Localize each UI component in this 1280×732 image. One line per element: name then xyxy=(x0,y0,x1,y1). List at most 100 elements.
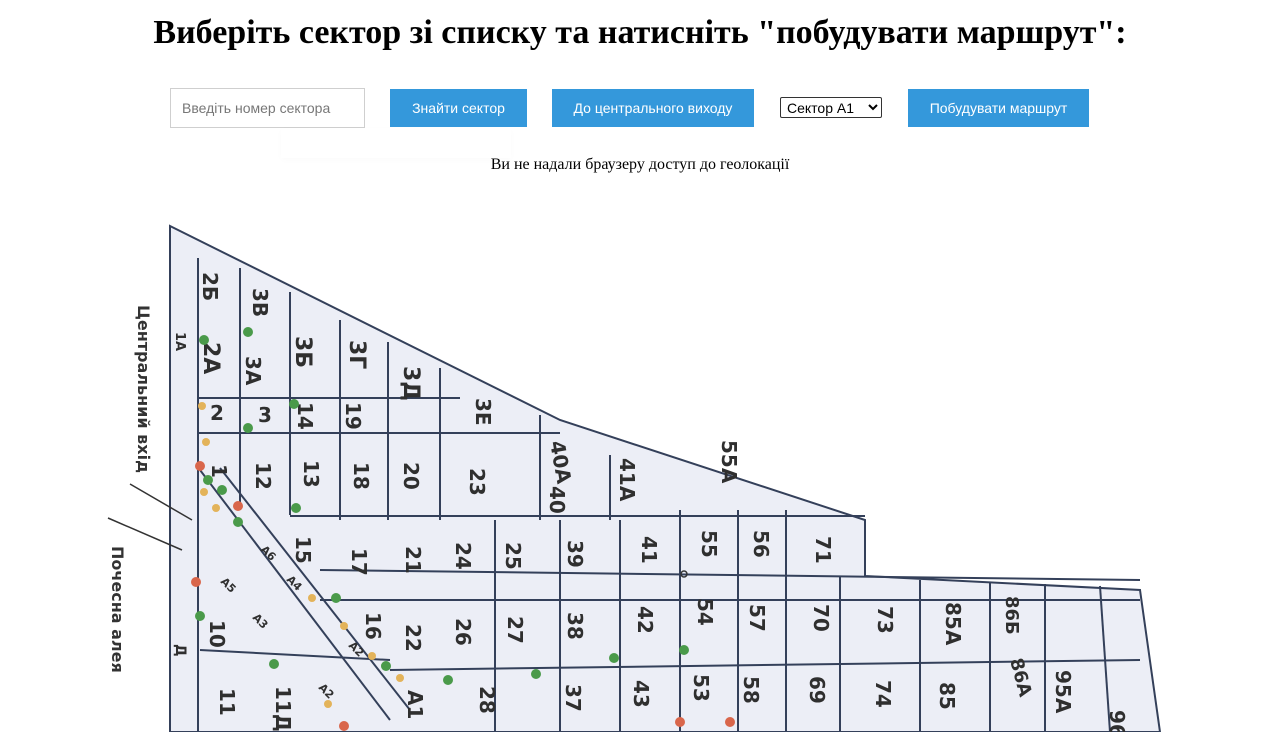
marker-yellow xyxy=(396,674,404,682)
sector-55[interactable]: 55 xyxy=(697,530,721,558)
sector-43[interactable]: 43 xyxy=(629,680,653,708)
sector-86b[interactable]: 86Б xyxy=(1001,596,1022,635)
marker-green xyxy=(269,659,279,669)
page-title: Виберіть сектор зі списку та натисніть "… xyxy=(153,14,1127,51)
marker-red xyxy=(195,461,205,471)
sector-27[interactable]: 27 xyxy=(503,616,527,644)
sector-26[interactable]: 26 xyxy=(451,618,475,646)
sector-11[interactable]: 11 xyxy=(215,688,239,716)
sector-71[interactable]: 71 xyxy=(811,536,835,564)
central-entrance-label: Центральний вхід xyxy=(134,305,153,473)
sector-73[interactable]: 73 xyxy=(873,606,897,634)
sector-56[interactable]: 56 xyxy=(749,530,773,558)
marker-green xyxy=(291,503,301,513)
sector-37[interactable]: 37 xyxy=(561,684,585,712)
marker-yellow xyxy=(198,402,206,410)
sector-17[interactable]: 17 xyxy=(347,548,371,576)
marker-yellow xyxy=(324,700,332,708)
honor-alley-label: Почесна алея xyxy=(108,546,127,673)
marker-yellow xyxy=(200,488,208,496)
marker-green xyxy=(233,517,243,527)
marker-green xyxy=(443,675,453,685)
sector-3b[interactable]: 3Б xyxy=(290,336,315,368)
sector-10[interactable]: 10 xyxy=(205,620,229,648)
controls-bar: Знайти сектор До центрального виходу Сек… xyxy=(0,88,1280,128)
sector-select[interactable]: Сектор А1 xyxy=(780,97,882,118)
sector-2[interactable]: 2 xyxy=(210,401,224,425)
marker-green xyxy=(381,661,391,671)
marker-green xyxy=(195,611,205,621)
sector-24[interactable]: 24 xyxy=(451,542,475,570)
sector-d[interactable]: Д xyxy=(172,644,188,656)
sector-96[interactable]: 96 xyxy=(1105,710,1129,732)
sector-3e[interactable]: 3Е xyxy=(471,398,495,426)
geolocation-message: Ви не надали браузеру доступ до геолокац… xyxy=(490,156,790,173)
sector-1a[interactable]: 1А xyxy=(172,332,187,351)
sector-2b[interactable]: 2Б xyxy=(198,272,222,301)
sector-85[interactable]: 85 xyxy=(935,682,959,710)
sector-19[interactable]: 19 xyxy=(341,402,365,430)
sector-11d[interactable]: 11Д xyxy=(271,686,295,732)
sector-70[interactable]: 70 xyxy=(809,604,833,632)
sector-54[interactable]: 54 xyxy=(693,598,717,626)
sector-18[interactable]: 18 xyxy=(349,462,373,490)
sector-3g[interactable]: 3Г xyxy=(344,340,369,369)
central-exit-button[interactable]: До центрального виходу xyxy=(552,89,754,127)
sector-search-input[interactable] xyxy=(170,88,365,128)
sector-57[interactable]: 57 xyxy=(745,604,769,632)
marker-red xyxy=(233,501,243,511)
sector-13[interactable]: 13 xyxy=(299,460,323,488)
marker-green xyxy=(331,593,341,603)
sector-55a[interactable]: 55А xyxy=(717,440,741,484)
sector-16[interactable]: 16 xyxy=(361,612,385,640)
sector-41[interactable]: 41 xyxy=(637,536,661,564)
sector-85a[interactable]: 85А xyxy=(941,602,965,646)
sector-38[interactable]: 38 xyxy=(563,612,587,640)
marker-yellow xyxy=(340,622,348,630)
sector-58[interactable]: 58 xyxy=(739,676,763,704)
sector-53[interactable]: 53 xyxy=(689,674,713,702)
marker-green xyxy=(203,475,213,485)
ghost-tooltip xyxy=(281,128,511,158)
marker-red xyxy=(339,721,349,731)
sector-22[interactable]: 22 xyxy=(401,624,425,652)
marker-red xyxy=(675,717,685,727)
marker-red xyxy=(725,717,735,727)
sector-12[interactable]: 12 xyxy=(251,462,275,490)
sector-39[interactable]: 39 xyxy=(563,540,587,568)
marker-green xyxy=(217,485,227,495)
build-route-button[interactable]: Побудувати маршрут xyxy=(908,89,1089,127)
sector-23[interactable]: 23 xyxy=(465,468,489,496)
sector-3d[interactable]: 3Д xyxy=(398,366,423,401)
marker-yellow xyxy=(308,594,316,602)
marker-yellow xyxy=(368,652,376,660)
sector-20[interactable]: 20 xyxy=(399,462,423,490)
sector-3v[interactable]: 3В xyxy=(248,288,272,317)
sector-40[interactable]: 40 xyxy=(545,486,569,514)
sector-3a[interactable]: 3А xyxy=(241,356,265,386)
sector-69[interactable]: 69 xyxy=(805,676,829,704)
sector-a1[interactable]: А1 xyxy=(403,690,427,719)
marker-green xyxy=(199,335,209,345)
sector-15[interactable]: 15 xyxy=(291,536,315,564)
sector-28[interactable]: 28 xyxy=(475,686,499,714)
marker-green xyxy=(243,327,253,337)
marker-yellow xyxy=(212,504,220,512)
marker-red xyxy=(191,577,201,587)
sector-42[interactable]: 42 xyxy=(633,606,657,634)
cemetery-map[interactable]: Центральний вхід Почесна алея 2Б 3В 1А 2… xyxy=(100,220,1180,732)
sector-3[interactable]: 3 xyxy=(258,403,272,427)
marker-green xyxy=(243,423,253,433)
sector-25[interactable]: 25 xyxy=(501,542,525,570)
marker-green xyxy=(289,399,299,409)
sector-41a[interactable]: 41А xyxy=(615,458,639,502)
sector-74[interactable]: 74 xyxy=(871,680,895,708)
marker-green xyxy=(609,653,619,663)
marker-green xyxy=(531,669,541,679)
sector-21[interactable]: 21 xyxy=(401,546,425,574)
marker-yellow xyxy=(202,438,210,446)
sector-2a[interactable]: 2А xyxy=(198,342,223,374)
sector-95a[interactable]: 95А xyxy=(1051,670,1075,714)
find-sector-button[interactable]: Знайти сектор xyxy=(390,89,527,127)
marker-green xyxy=(679,645,689,655)
